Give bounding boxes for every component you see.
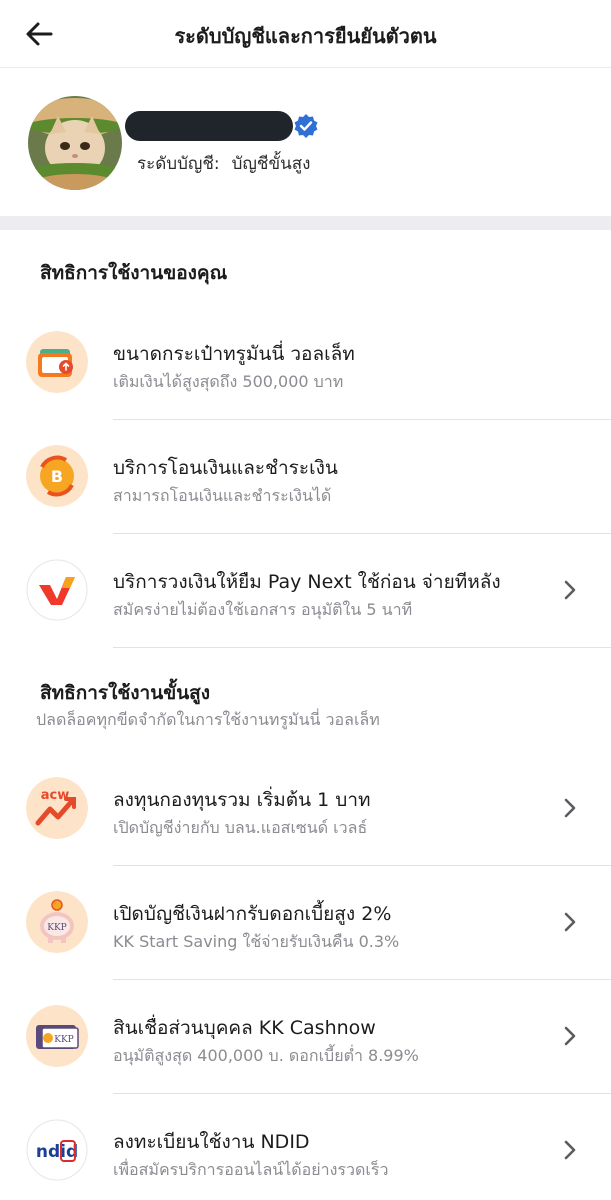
account-level: ระดับบัญชี: บัญชีขั้นสูง: [137, 150, 310, 177]
account-level-value: บัญชีขั้นสูง: [231, 154, 311, 174]
list-item-savings-account[interactable]: KKP เปิดบัญชีเงินฝากรับดอกเบี้ยสูง 2% KK…: [0, 866, 611, 980]
chevron-right-icon: [564, 1140, 576, 1160]
list-item-subtitle: เพื่อสมัครบริการออนไลน์ได้อย่างรวดเร็ว: [113, 1160, 389, 1179]
chevron-right-icon: [564, 580, 576, 600]
account-level-label: ระดับบัญชี:: [137, 154, 220, 174]
transfer-coin-icon: B: [26, 445, 88, 507]
list-item-pay-next[interactable]: บริการวงเงินให้ยืม Pay Next ใช้ก่อน จ่าย…: [0, 534, 611, 648]
ndid-logo: ndid: [26, 1119, 88, 1181]
pay-next-logo: [26, 559, 88, 621]
list-item-mutual-fund[interactable]: acw ลงทุนกองทุนรวม เริ่มต้น 1 บาท เปิดบั…: [0, 752, 611, 866]
list-item-subtitle: สมัครง่ายไม่ต้องใช้เอกสาร อนุมัติใน 5 นา…: [113, 600, 413, 619]
list-item-title: บริการโอนเงินและชำระเงิน: [113, 457, 338, 479]
kkp-piggy-icon: KKP: [26, 891, 88, 953]
list-item-title: เปิดบัญชีเงินฝากรับดอกเบี้ยสูง 2%: [113, 903, 392, 925]
row-divider: [113, 647, 611, 648]
section-divider: [0, 216, 611, 230]
list-item-subtitle: อนุมัติสูงสุด 400,000 บ. ดอกเบี้ยต่ำ 8.9…: [113, 1046, 419, 1065]
list-item-title: ลงทุนกองทุนรวม เริ่มต้น 1 บาท: [113, 789, 371, 811]
kkp-logo-text: KKP: [47, 923, 67, 933]
redacted-name: [125, 111, 293, 141]
profile-card: ระดับบัญชี: บัญชีขั้นสูง: [0, 68, 611, 216]
list-item-title: บริการวงเงินให้ยืม Pay Next ใช้ก่อน จ่าย…: [113, 571, 501, 593]
page-title: ระดับบัญชีและการยืนยันตัวตน: [174, 24, 437, 48]
list-item-wallet-size: ขนาดกระเป๋าทรูมันนี่ วอลเล็ท เติมเงินได้…: [0, 306, 611, 420]
wallet-icon: [26, 331, 88, 393]
list-item-transfer-payment: B บริการโอนเงินและชำระเงิน สามารถโอนเงิน…: [0, 420, 611, 534]
chevron-right-icon: [564, 1026, 576, 1046]
kkp-card-icon: KKP: [26, 1005, 88, 1067]
acw-logo-text: acw: [41, 788, 70, 803]
list-item-title: ขนาดกระเป๋าทรูมันนี่ วอลเล็ท: [113, 343, 355, 365]
ndid-logo-text: ndid: [36, 1142, 78, 1162]
kkp-card-logo-text: KKP: [54, 1035, 74, 1045]
top-bar: ระดับบัญชีและการยืนยันตัวตน: [0, 0, 611, 68]
list-item-title: สินเชื่อส่วนบุคคล KK Cashnow: [113, 1017, 376, 1039]
verified-badge-icon: [294, 114, 318, 138]
section-subtitle-advanced: ปลดล็อคทุกขีดจำกัดในการใช้งานทรูมันนี่ ว…: [36, 710, 380, 729]
list-item-subtitle: KK Start Saving ใช้จ่ายรับเงินคืน 0.3%: [113, 932, 400, 951]
list-item-personal-loan[interactable]: KKP สินเชื่อส่วนบุคคล KK Cashnow อนุมัติ…: [0, 980, 611, 1094]
cat-burger-avatar-icon: [28, 96, 122, 190]
list-item-title: ลงทะเบียนใช้งาน NDID: [113, 1131, 310, 1153]
list-item-subtitle: สามารถโอนเงินและชำระเงินได้: [113, 486, 332, 505]
list-item-ndid[interactable]: ndid ลงทะเบียนใช้งาน NDID เพื่อสมัครบริก…: [0, 1094, 611, 1200]
section-title-advanced: สิทธิการใช้งานขั้นสูง: [40, 682, 211, 704]
chevron-right-icon: [564, 912, 576, 932]
svg-text:B: B: [51, 467, 63, 486]
section-title-your-rights: สิทธิการใช้งานของคุณ: [40, 262, 228, 284]
avatar[interactable]: [28, 96, 122, 190]
list-item-subtitle: เปิดบัญชีง่ายกับ บลน.แอสเซนด์ เวลธ์: [113, 818, 368, 837]
acw-logo: acw: [26, 777, 88, 839]
list-item-subtitle: เติมเงินได้สูงสุดถึง 500,000 บาท: [113, 372, 344, 391]
chevron-right-icon: [564, 798, 576, 818]
